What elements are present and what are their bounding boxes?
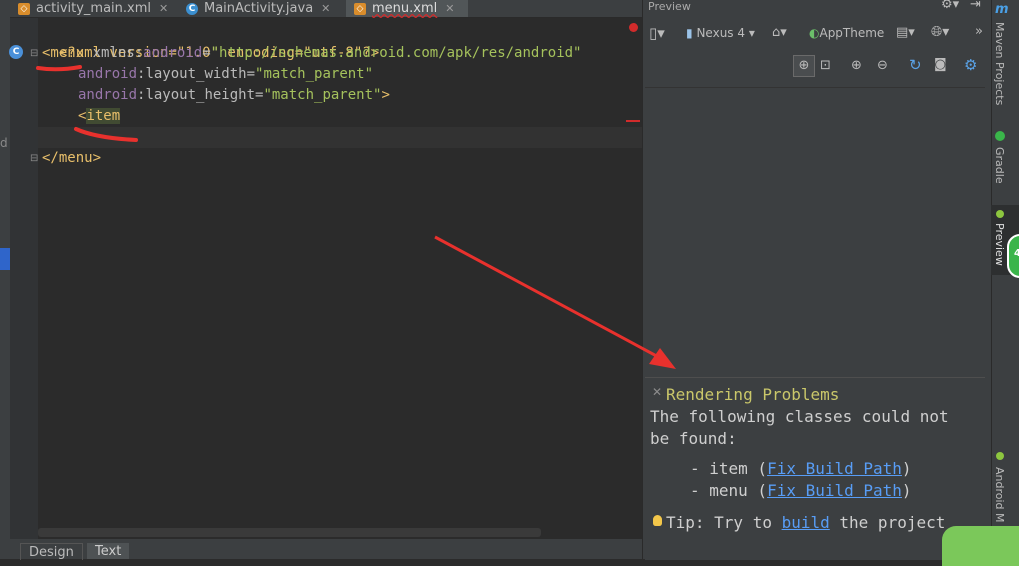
tab-menu-xml[interactable]: ◇ menu.xml ✕ — [346, 0, 468, 17]
badge-count: 4 — [1014, 248, 1019, 259]
left-strip-text: d — [0, 136, 8, 150]
attr-name: :layout_width= — [137, 66, 256, 82]
missing-class-suffix: ) — [901, 481, 912, 500]
preview-title: Preview — [648, 0, 691, 13]
rendering-problems-body: The following classes could not — [650, 407, 949, 426]
tab-label: menu.xml — [372, 1, 438, 16]
tag-close: > — [381, 87, 390, 103]
rendering-problems-heading: Rendering Problems — [666, 385, 840, 404]
attr-name: :layout_height= — [137, 87, 264, 103]
phone-icon: ▮ — [686, 26, 693, 40]
android-icon — [996, 210, 1004, 218]
tip-suffix: the project — [829, 513, 946, 532]
tab-label: activity_main.xml — [36, 1, 152, 16]
theme-name: AppTheme — [819, 26, 885, 40]
missing-class-suffix: ) — [901, 459, 912, 478]
left-tool-strip — [0, 0, 10, 559]
gradle-icon — [995, 131, 1005, 141]
device-menu[interactable]: ▮ Nexus 4 ▾ — [686, 26, 755, 40]
left-strip-selection — [0, 248, 10, 270]
tag-open: <menu — [42, 45, 85, 61]
tab-mainactivity-java[interactable]: C MainActivity.java ✕ — [178, 0, 346, 17]
more-icon[interactable]: » — [975, 24, 983, 39]
attr-prefix: xmlns: — [92, 45, 144, 61]
close-icon[interactable]: ✕ — [445, 2, 454, 15]
editor-mode-tabs: Design Text — [10, 539, 642, 560]
missing-class-text: - item ( — [690, 459, 768, 478]
attr-namespace: android — [143, 45, 203, 61]
tab-text[interactable]: Text — [87, 543, 130, 559]
missing-class-item: - menu (Fix Build Path) — [690, 481, 912, 500]
error-indicator-icon[interactable] — [629, 23, 638, 32]
device-name: Nexus 4 — [696, 26, 745, 40]
attr-namespace: android — [78, 66, 138, 82]
editor-gutter — [10, 18, 38, 539]
code-line-1: <?xml version="1.0" encoding="utf-8"?> — [42, 22, 379, 61]
class-marker-icon[interactable]: C — [9, 45, 23, 59]
missing-class-item: - item (Fix Build Path) — [690, 459, 912, 478]
hide-panel-icon[interactable]: ⇥ — [970, 0, 981, 12]
locale-globe-icon[interactable]: 🌐︎▾ — [931, 24, 949, 40]
editor-tab-bar: ◇ activity_main.xml ✕ C MainActivity.jav… — [10, 0, 642, 18]
attr-equals: = — [202, 45, 211, 61]
missing-class-text: - menu ( — [690, 481, 768, 500]
zoom-actual-icon[interactable]: ⊕ — [793, 55, 815, 77]
code-line-2: <menu xmlns:android="http://schemas.andr… — [42, 43, 582, 64]
code-line-5: <item — [78, 106, 121, 127]
attr-value: "match_parent" — [263, 87, 382, 103]
tip-prefix: Tip: Try to — [666, 513, 782, 532]
fix-build-path-link[interactable]: Fix Build Path — [767, 481, 902, 500]
status-badge: 4 — [1007, 234, 1019, 278]
attr-value: "match_parent" — [255, 66, 374, 82]
code-line-3: android:layout_width="match_parent" — [78, 64, 373, 85]
refresh-icon[interactable]: ↻ — [909, 56, 922, 74]
tab-design[interactable]: Design — [20, 543, 83, 560]
gear-icon[interactable]: ⚙▾ — [941, 0, 959, 12]
zoom-fit-icon[interactable]: ⊡ — [820, 58, 831, 73]
settings-icon[interactable]: ⚙ — [964, 56, 977, 74]
gradle-tab[interactable]: Gradle — [993, 147, 1006, 184]
attr-value: "http://schemas.android.com/apk/res/andr… — [210, 45, 582, 61]
caret-row-highlight — [38, 127, 642, 148]
zoom-in-icon[interactable]: ⊕ — [851, 58, 862, 73]
tip-text: Tip: Try to build the project — [666, 513, 945, 532]
tab-label: MainActivity.java — [204, 1, 314, 16]
code-line-7: </menu> — [42, 148, 101, 169]
close-icon[interactable]: ✕ — [321, 2, 330, 15]
xml-file-icon: ◇ — [354, 2, 366, 15]
tag-item: item — [86, 108, 121, 124]
tab-activity-main-xml[interactable]: ◇ activity_main.xml ✕ — [10, 0, 176, 17]
camera-icon[interactable]: ◙ — [934, 57, 947, 72]
rendering-problems-body: be found: — [650, 429, 737, 448]
theme-icon: ◐ — [809, 26, 820, 40]
build-link[interactable]: build — [782, 513, 830, 532]
close-icon[interactable]: ✕ — [159, 2, 168, 15]
maven-projects-tab[interactable]: Maven Projects — [993, 22, 1006, 105]
tag-close-menu: </menu> — [42, 150, 102, 166]
horizontal-scrollbar[interactable] — [38, 528, 541, 537]
error-stripe[interactable] — [626, 120, 640, 122]
maven-icon[interactable]: m — [995, 2, 1009, 17]
attr-namespace: android — [78, 87, 138, 103]
fix-build-path-link[interactable]: Fix Build Path — [767, 459, 902, 478]
overlay-thumbnail — [942, 526, 1019, 566]
preview-tab[interactable]: Preview — [993, 223, 1006, 266]
xml-file-icon: ◇ — [18, 2, 30, 15]
lightbulb-icon — [653, 515, 662, 526]
close-icon[interactable]: ✕ — [652, 385, 662, 399]
zoom-out-icon[interactable]: ⊖ — [877, 58, 888, 73]
code-line-4: android:layout_height="match_parent"> — [78, 85, 390, 106]
orientation-icon[interactable]: ⌂▾ — [772, 25, 787, 40]
java-class-icon: C — [186, 2, 198, 15]
android-icon — [996, 452, 1004, 460]
theme-menu[interactable]: ◐AppTheme — [809, 26, 884, 40]
rendering-target-icon[interactable]: ▯▾ — [649, 24, 665, 42]
android-monitor-tab[interactable]: Android M — [993, 467, 1006, 523]
activity-icon[interactable]: ▤▾ — [896, 25, 915, 40]
